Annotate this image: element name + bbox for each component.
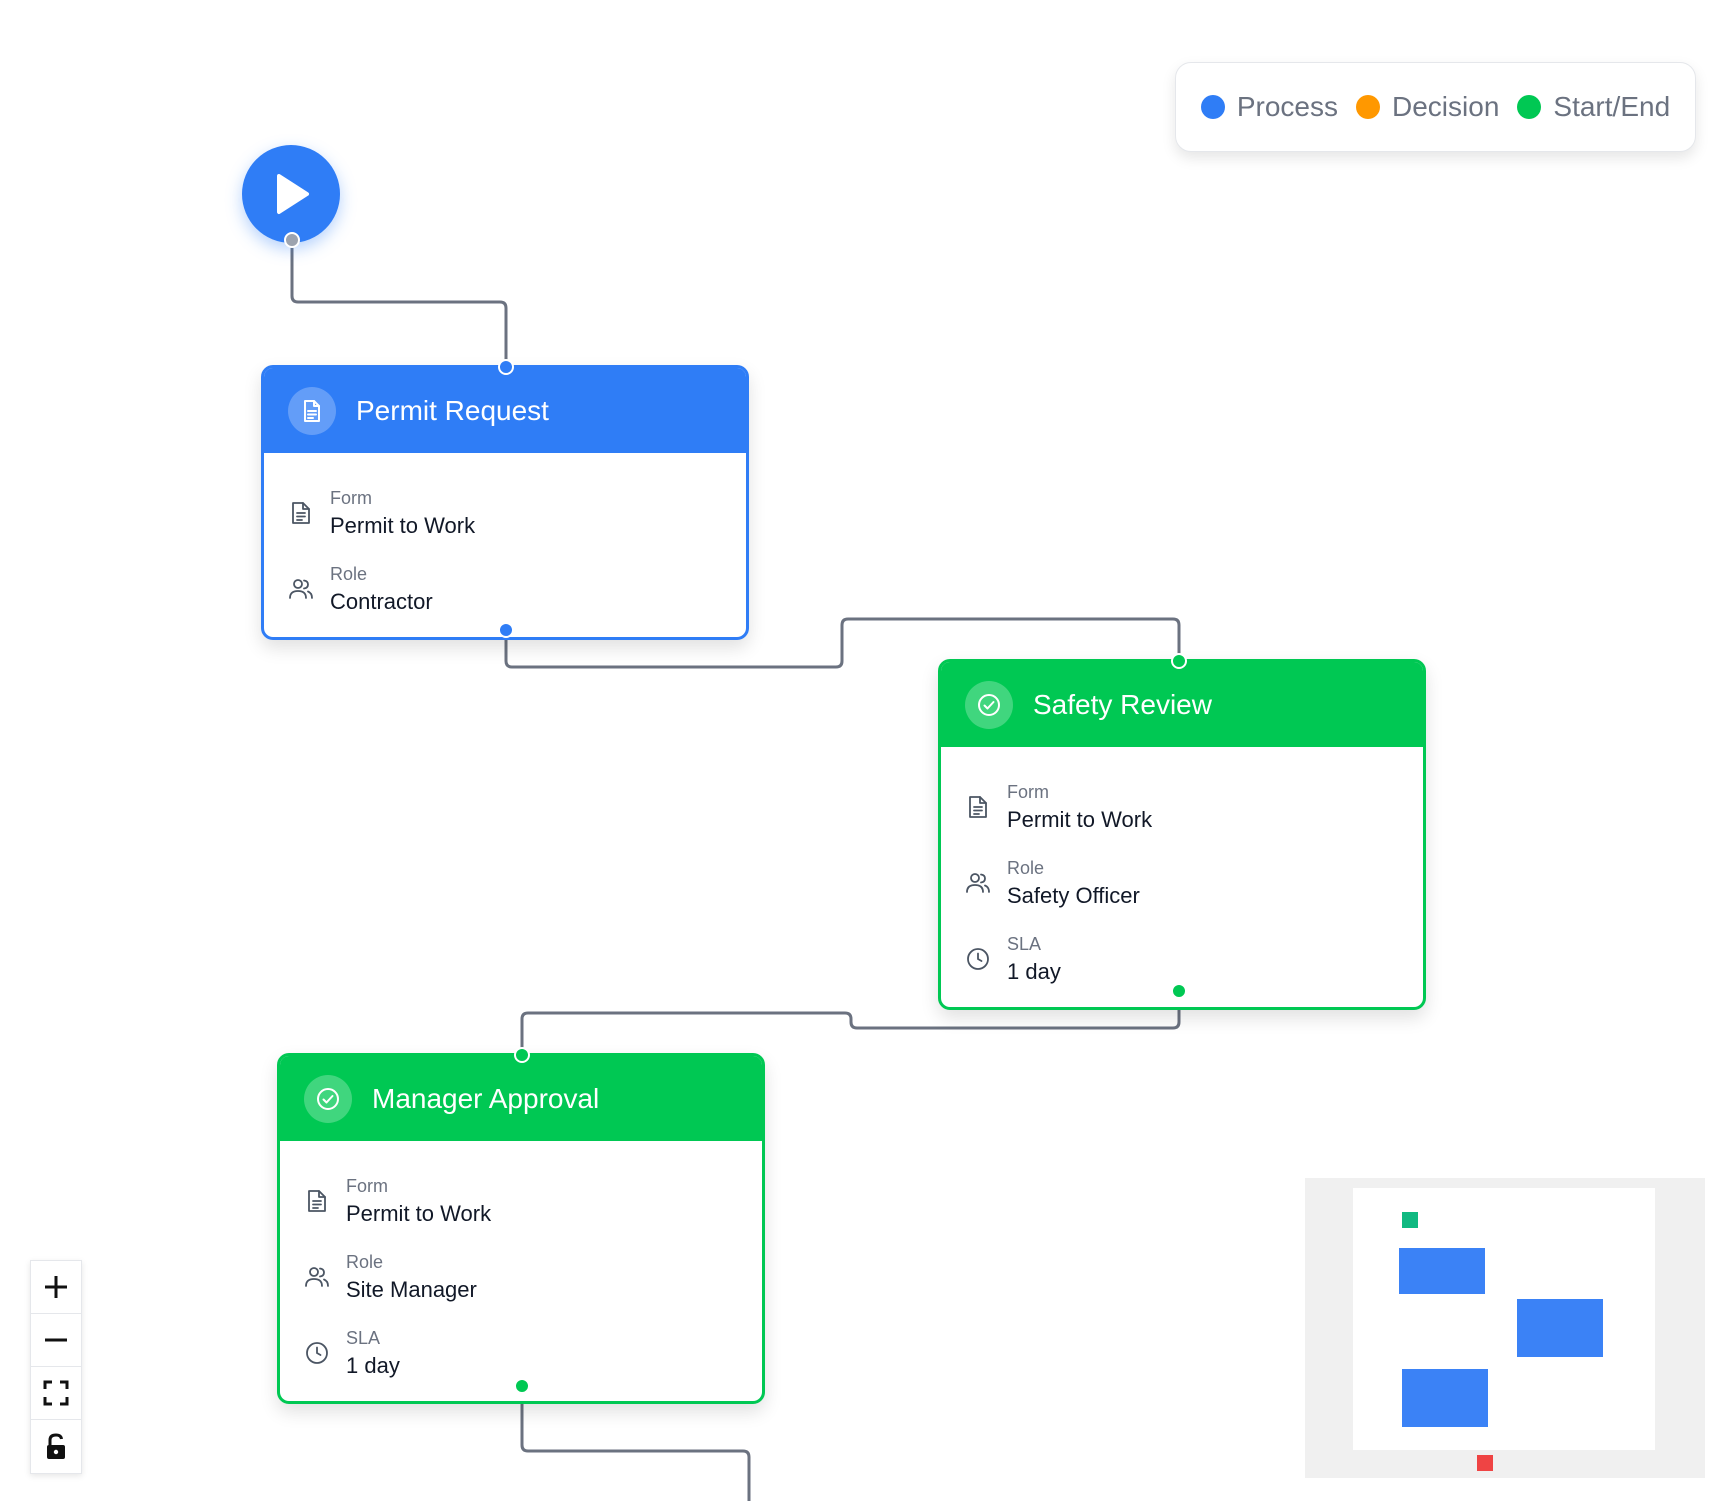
- node-manager-approval[interactable]: Manager Approval Form Permit to Work Rol…: [277, 1053, 765, 1404]
- field-value: Safety Officer: [1007, 882, 1140, 908]
- check-circle-icon: [304, 1074, 352, 1123]
- minimap-node-safety-review: [1517, 1299, 1603, 1357]
- clock-icon: [304, 1341, 330, 1365]
- node-field-form: Form Permit to Work: [965, 769, 1399, 845]
- node-title: Permit Request: [356, 394, 549, 426]
- edge-start-to-permit-request: [290, 240, 508, 367]
- zoom-in-button[interactable]: [31, 1261, 81, 1314]
- node-header: Permit Request: [264, 368, 746, 453]
- flow-canvas[interactable]: Process Decision Start/End Permit Reques…: [0, 0, 1729, 1501]
- legend-label-process: Process: [1236, 91, 1339, 122]
- field-label: Form: [346, 1175, 388, 1196]
- field-label: Role: [346, 1251, 384, 1272]
- node-field-role: Role Site Manager: [304, 1239, 738, 1315]
- minimap-node-manager-approval: [1402, 1369, 1488, 1427]
- minimap-start-node: [1402, 1212, 1418, 1228]
- document-icon: [288, 386, 336, 435]
- field-text: SLA 1 day: [346, 1328, 400, 1379]
- node-permit-request[interactable]: Permit Request Form Permit to Work Role …: [261, 365, 749, 640]
- check-circle-icon: [965, 680, 1013, 729]
- field-label: SLA: [346, 1327, 381, 1348]
- field-label: Role: [330, 563, 368, 584]
- start-node-source-handle[interactable]: [284, 232, 300, 248]
- node-title: Manager Approval: [372, 1082, 600, 1114]
- manager-approval-target-handle[interactable]: [514, 1047, 530, 1063]
- field-value: Contractor: [330, 588, 433, 614]
- legend-label-decision: Decision: [1392, 91, 1500, 122]
- node-header: Manager Approval: [280, 1056, 762, 1141]
- lock-button[interactable]: [31, 1420, 81, 1473]
- role-icon: [288, 578, 314, 600]
- field-text: Role Site Manager: [346, 1252, 477, 1303]
- minimap-node-permit-request: [1399, 1248, 1485, 1294]
- node-field-role: Role Contractor: [288, 551, 722, 627]
- field-value: 1 day: [346, 1352, 400, 1378]
- zoom-out-icon: [45, 1338, 67, 1342]
- safety-review-source-handle[interactable]: [1171, 983, 1187, 999]
- node-safety-review[interactable]: Safety Review Form Permit to Work Role S…: [938, 659, 1426, 1010]
- zoom-out-button[interactable]: [31, 1314, 81, 1367]
- minimap[interactable]: [1305, 1178, 1705, 1478]
- field-value: Permit to Work: [346, 1200, 492, 1226]
- field-value: Permit to Work: [330, 512, 476, 538]
- legend-label-start-end: Start/End: [1553, 91, 1671, 122]
- legend-item-decision: Decision: [1356, 91, 1499, 123]
- node-field-form: Form Permit to Work: [288, 475, 722, 551]
- field-text: Role Safety Officer: [1007, 858, 1140, 909]
- field-text: Role Contractor: [330, 564, 433, 615]
- field-value: 1 day: [1007, 958, 1061, 984]
- permit-request-target-handle[interactable]: [498, 359, 514, 375]
- legend-dot-start-end: [1517, 95, 1542, 119]
- node-field-role: Role Safety Officer: [965, 845, 1399, 921]
- field-value: Permit to Work: [1007, 806, 1153, 832]
- fit-view-button[interactable]: [31, 1367, 81, 1420]
- field-label: Form: [1007, 781, 1049, 802]
- form-icon: [288, 501, 314, 525]
- field-text: Form Permit to Work: [330, 488, 475, 539]
- safety-review-target-handle[interactable]: [1171, 653, 1187, 669]
- minimap-viewport[interactable]: [1353, 1188, 1655, 1450]
- zoom-in-icon: [45, 1276, 67, 1298]
- legend-item-process: Process: [1200, 91, 1339, 123]
- minimap-end-node: [1477, 1455, 1493, 1471]
- zoom-controls: [30, 1260, 82, 1474]
- clock-icon: [965, 947, 991, 971]
- legend-panel: Process Decision Start/End: [1175, 62, 1696, 152]
- node-header: Safety Review: [941, 662, 1423, 747]
- fit-view-icon: [43, 1380, 69, 1406]
- field-label: Role: [1007, 857, 1045, 878]
- node-body: Form Permit to Work Role Safety Officer: [941, 747, 1423, 1007]
- field-label: Form: [330, 487, 372, 508]
- form-icon: [304, 1189, 330, 1213]
- node-body: Form Permit to Work Role Site Manager SL…: [280, 1141, 762, 1401]
- legend-item-start-end: Start/End: [1517, 91, 1670, 123]
- node-body: Form Permit to Work Role Contractor: [264, 453, 746, 637]
- field-value: Site Manager: [346, 1276, 477, 1302]
- form-icon: [965, 795, 991, 819]
- field-text: Form Permit to Work: [346, 1176, 491, 1227]
- node-field-form: Form Permit to Work: [304, 1163, 738, 1239]
- legend-dot-decision: [1356, 95, 1381, 119]
- manager-approval-source-handle[interactable]: [514, 1378, 530, 1394]
- node-title: Safety Review: [1033, 688, 1212, 720]
- legend-dot-process: [1200, 95, 1225, 119]
- permit-request-source-handle[interactable]: [498, 622, 514, 638]
- play-icon: [277, 174, 309, 214]
- field-text: Form Permit to Work: [1007, 782, 1152, 833]
- field-label: SLA: [1007, 933, 1042, 954]
- role-icon: [304, 1266, 330, 1288]
- field-text: SLA 1 day: [1007, 934, 1061, 985]
- role-icon: [965, 872, 991, 894]
- start-node[interactable]: [242, 145, 340, 243]
- lock-icon: [47, 1432, 65, 1459]
